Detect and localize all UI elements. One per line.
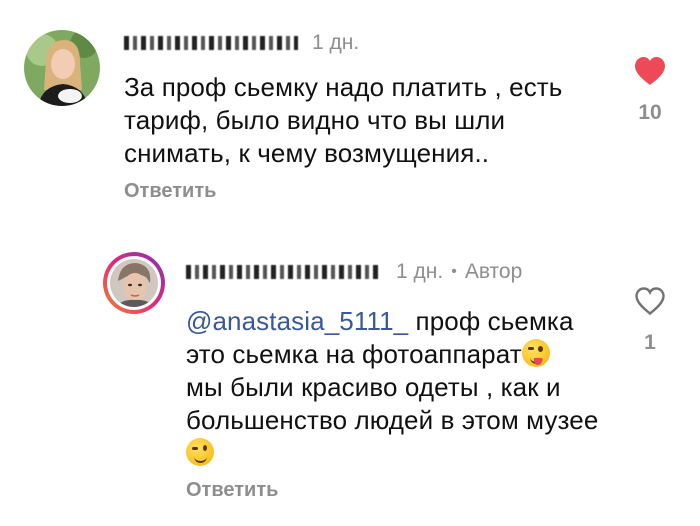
comment-time: 1 дн. — [312, 31, 360, 54]
reply-meta: 1 дн. • Автор — [186, 260, 522, 284]
reply-text-part2: мы были красиво одеты , как и большенств… — [186, 372, 599, 435]
heart-filled-icon[interactable] — [633, 56, 667, 91]
like-control: 1 — [620, 286, 680, 355]
like-control: 10 — [620, 56, 680, 125]
like-count: 10 — [638, 101, 662, 124]
reply-text: @anastasia_5111_ проф сьемка это сьемка … — [186, 305, 606, 470]
winking-face-icon — [186, 438, 214, 466]
author-badge: Автор — [464, 260, 523, 283]
username-redacted[interactable] — [124, 36, 298, 50]
mention-link[interactable]: @anastasia_5111_ — [186, 306, 408, 336]
avatar-image — [24, 30, 100, 106]
heart-outline-icon[interactable] — [633, 286, 667, 321]
comment: 1 дн. За проф сьемку надо платить , есть… — [0, 0, 700, 220]
username-redacted[interactable] — [186, 265, 382, 279]
winking-face-with-tongue-icon — [521, 339, 550, 367]
like-count: 1 — [644, 331, 656, 354]
avatar[interactable] — [24, 30, 100, 106]
reply-button[interactable]: Ответить — [124, 180, 216, 203]
comment-text: За проф сьемку надо платить , есть тариф… — [124, 72, 563, 168]
comment-meta: 1 дн. — [124, 31, 359, 55]
avatar-with-story-ring[interactable] — [103, 252, 165, 314]
meta-separator: • — [451, 263, 457, 280]
reply-button[interactable]: Ответить — [186, 479, 278, 502]
avatar-image — [110, 259, 158, 307]
reply-time: 1 дн. — [396, 260, 444, 283]
reply-comment: 1 дн. • Автор @anastasia_5111_ проф сьем… — [0, 230, 700, 526]
